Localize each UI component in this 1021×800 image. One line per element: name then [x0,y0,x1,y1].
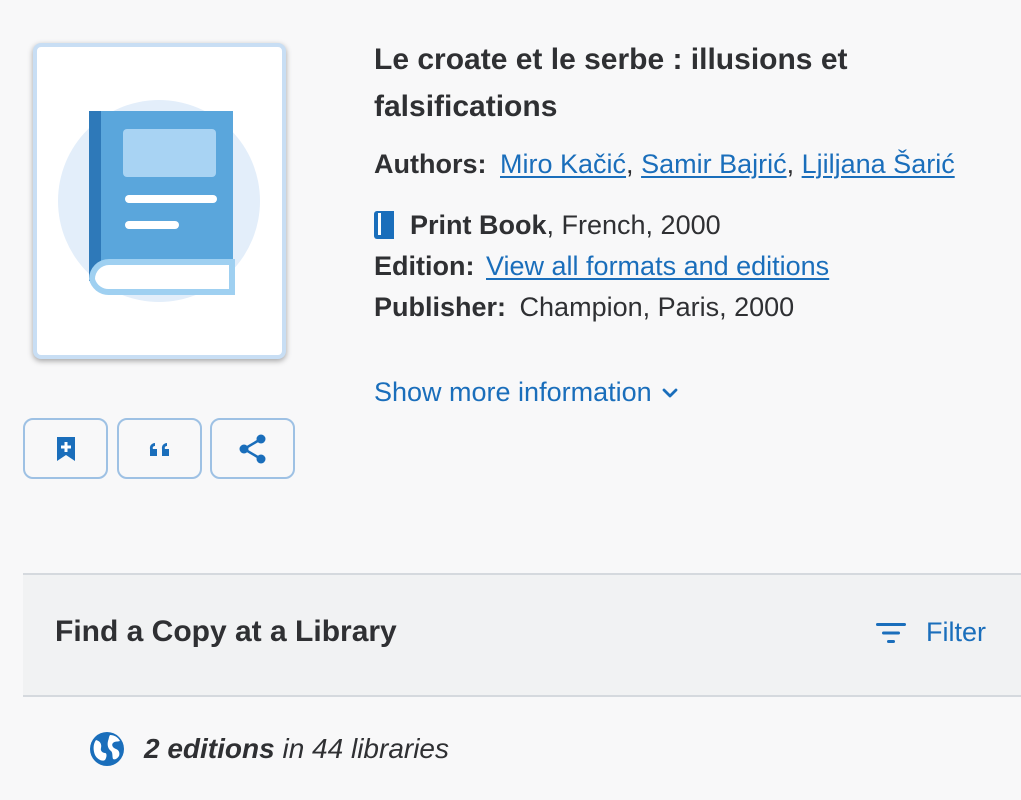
show-more-information-button[interactable]: Show more information [374,377,678,408]
edition-row: Edition: View all formats and editions [374,249,829,283]
edition-label: Edition: [374,251,475,281]
format-label: Print Book [410,210,547,240]
filter-icon [876,622,906,643]
cite-button[interactable] [117,418,202,479]
publisher-row: Publisher: Champion, Paris, 2000 [374,290,794,324]
publisher-label: Publisher: [374,292,507,322]
libraries-count: in 44 libraries [274,733,450,764]
find-copy-panel: Find a Copy at a Library Filter [23,573,1021,697]
format-details: , French, 2000 [546,210,721,240]
quote-icon [149,442,169,456]
find-copy-heading: Find a Copy at a Library [55,615,397,648]
share-icon [239,434,265,463]
globe-icon [90,732,124,766]
format-row: Print Book, French, 2000 [374,208,721,242]
authors-label: Authors: [374,149,487,179]
filter-button[interactable]: Filter [876,617,986,648]
editions-count: 2 editions [144,733,275,764]
bookmark-plus-icon [56,436,75,461]
view-all-editions-link[interactable]: View all formats and editions [486,251,829,281]
author-link[interactable]: Miro Kačić [500,149,626,179]
show-more-label: Show more information [374,377,652,407]
filter-label: Filter [926,617,986,647]
holdings-summary: 2 editions in 44 libraries [88,730,449,768]
share-button[interactable] [210,418,295,479]
authors-row: Authors: Miro Kačić, Samir Bajrić, Ljilj… [374,149,955,179]
book-icon [58,100,260,302]
print-book-icon [374,211,394,239]
book-cover-image [33,43,286,359]
chevron-down-icon [662,388,678,397]
publisher-value: Champion, Paris, 2000 [519,292,795,322]
author-link[interactable]: Samir Bajrić [641,149,787,179]
record-title: Le croate et le serbe : illusions et fal… [374,43,848,123]
author-link[interactable]: Ljiljana Šarić [802,149,955,179]
save-to-list-button[interactable] [23,418,108,479]
